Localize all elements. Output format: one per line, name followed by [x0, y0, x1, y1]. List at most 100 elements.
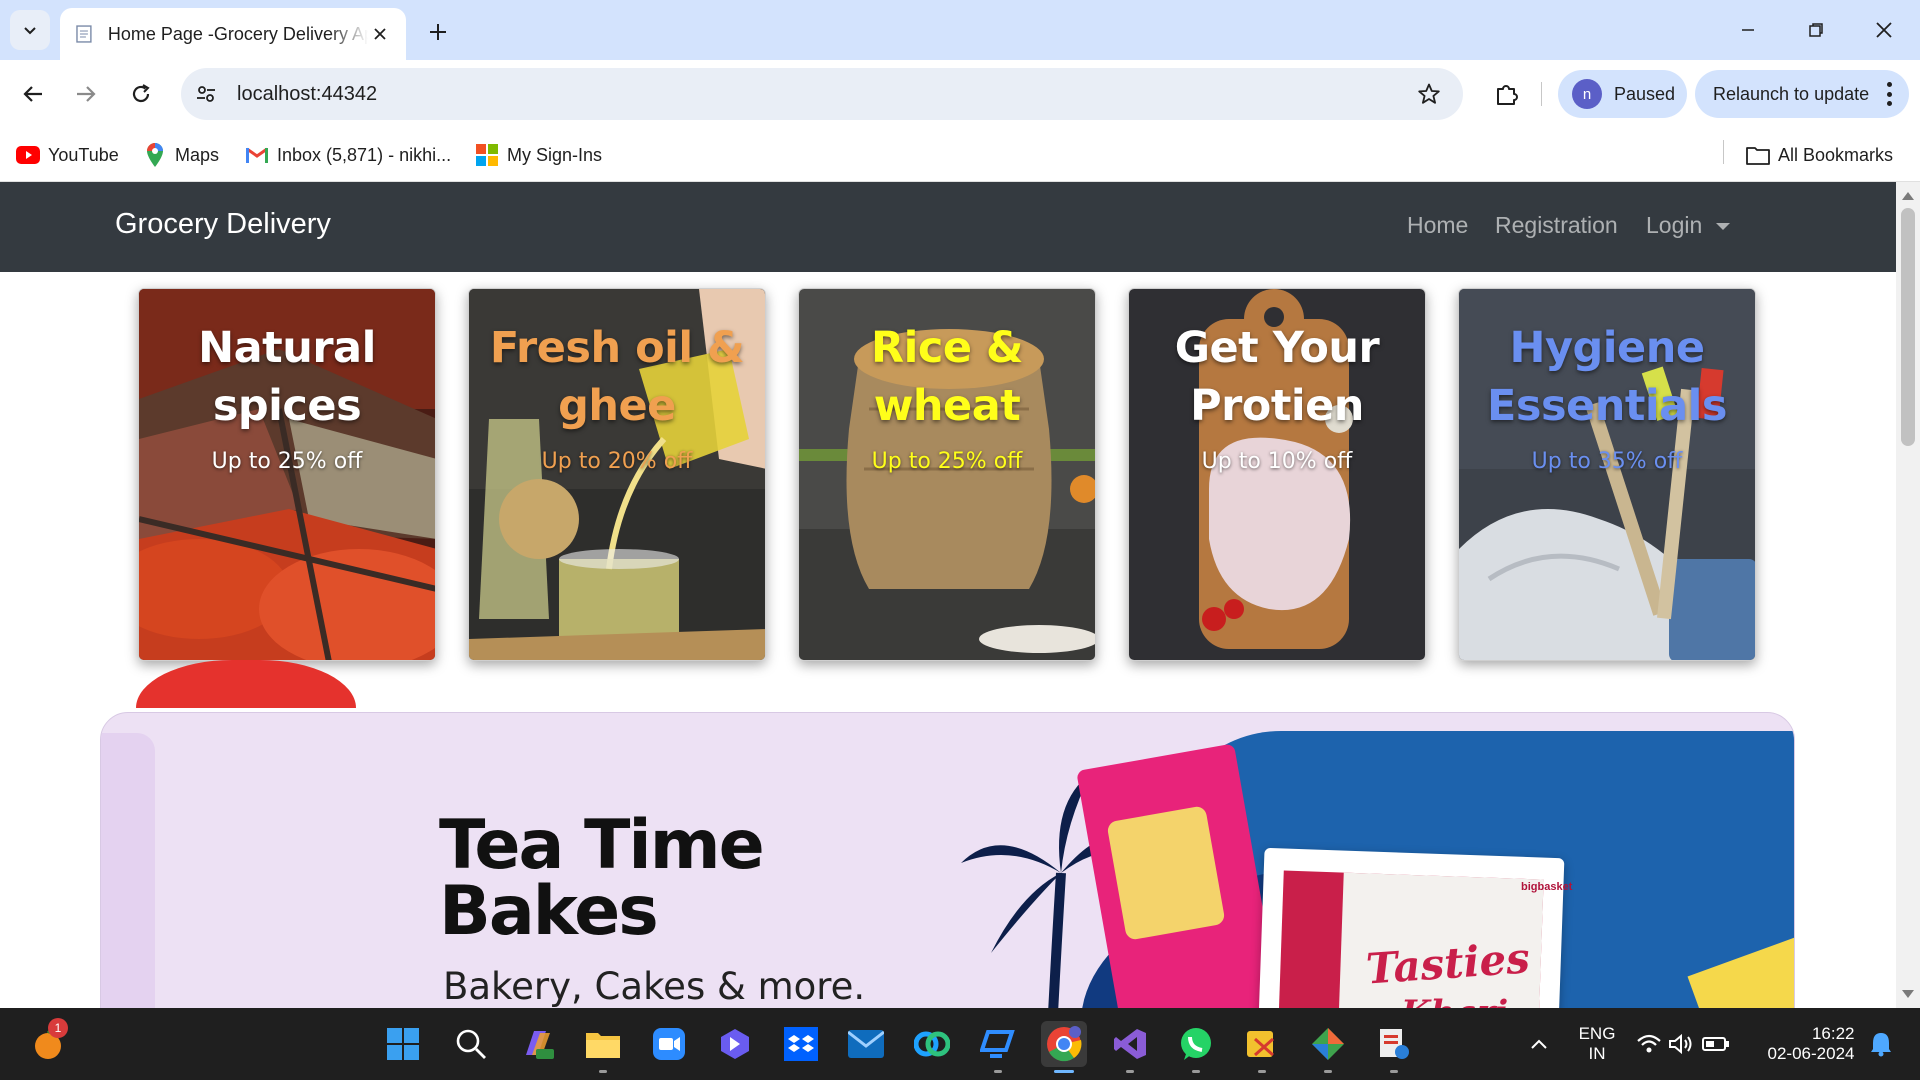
web-page: Grocery Delivery Home Registration Login… [0, 182, 1896, 1008]
nav-login-label: Login [1646, 212, 1703, 238]
card-title: Hygiene Essentials [1487, 323, 1727, 431]
scroll-up-icon[interactable] [1902, 192, 1914, 200]
card-offer: Up to 25% off [871, 449, 1023, 474]
restore-button[interactable] [1786, 8, 1846, 52]
page-scrollbar[interactable] [1896, 182, 1920, 1008]
taskbar-webex[interactable] [909, 1021, 955, 1067]
relaunch-label: Relaunch to update [1713, 83, 1870, 104]
running-indicator [1258, 1070, 1266, 1073]
minimize-icon [1742, 29, 1754, 31]
wifi-icon [1637, 1034, 1661, 1053]
copilot-icon [526, 1031, 554, 1059]
taskbar-zoom[interactable] [646, 1021, 692, 1067]
scroll-down-icon[interactable] [1902, 990, 1914, 998]
nav-registration[interactable]: Registration [1495, 212, 1618, 239]
windows-icon [387, 1028, 419, 1060]
all-bookmarks-label: All Bookmarks [1778, 144, 1894, 165]
folder-icon [586, 1033, 620, 1058]
decorative-shape [136, 660, 356, 708]
card-title: Rice & wheat [871, 323, 1023, 431]
clock[interactable]: 16:22 02-06-2024 [1756, 1021, 1866, 1067]
taskbar-start-button[interactable] [380, 1021, 426, 1067]
reload-button[interactable] [123, 76, 159, 112]
notification-badge: 1 [48, 1018, 68, 1038]
running-indicator [1126, 1070, 1134, 1073]
page-icon [76, 25, 92, 43]
avatar: n [1572, 79, 1602, 109]
close-tab-icon[interactable] [368, 22, 392, 46]
taskbar-git-app[interactable] [1305, 1021, 1351, 1073]
forward-button[interactable] [68, 76, 104, 112]
taskbar-report-app[interactable] [1371, 1021, 1417, 1073]
bookmark-youtube[interactable]: YouTube [16, 138, 119, 172]
bookmarks-bar: YouTube Maps Inbox (5,871) - nikhi... My… [0, 128, 1920, 182]
taskbar-copilot-button[interactable] [514, 1021, 560, 1067]
nav-home[interactable]: Home [1407, 212, 1468, 239]
category-card-hygiene[interactable]: Hygiene Essentials Up to 35% off [1458, 288, 1756, 661]
category-card-spices[interactable]: Natural spices Up to 25% off [138, 288, 436, 661]
notifications-button[interactable] [1858, 1021, 1904, 1067]
site-brand[interactable]: Grocery Delivery [115, 208, 331, 241]
more-vert-icon[interactable] [1885, 82, 1893, 106]
banner-brand-small: bigbasket [1521, 881, 1573, 893]
url-text[interactable]: localhost:44342 [237, 83, 377, 106]
arrow-right-icon [77, 86, 96, 102]
tab-search-button[interactable] [10, 10, 50, 50]
maps-pin-icon [143, 143, 167, 167]
taskbar-power-automate[interactable] [712, 1021, 758, 1067]
browser-tab[interactable]: Home Page -Grocery Delivery App [60, 8, 406, 60]
arrow-left-icon [23, 86, 42, 102]
report-icon [1380, 1029, 1409, 1059]
whatsapp-icon [1181, 1028, 1211, 1060]
card-offer: Up to 10% off [1201, 449, 1353, 474]
taskbar-chrome[interactable] [1041, 1021, 1087, 1073]
category-card-oil-ghee[interactable]: Fresh oil & ghee Up to 20% off [468, 288, 766, 661]
all-bookmarks-button[interactable]: All Bookmarks [1746, 138, 1893, 172]
back-button[interactable] [15, 76, 51, 112]
taskbar-file-explorer[interactable] [580, 1021, 626, 1073]
bookmark-star-icon[interactable] [1415, 80, 1443, 108]
taskbar-remote-app[interactable] [975, 1021, 1021, 1073]
site-info-icon[interactable] [193, 81, 219, 107]
chevron-down-icon [24, 27, 36, 35]
taskbar-mail[interactable] [843, 1021, 889, 1067]
taskbar-whatsapp[interactable] [1173, 1021, 1219, 1073]
bookmark-gmail-inbox[interactable]: Inbox (5,871) - nikhi... [245, 138, 451, 172]
promo-banner[interactable]: bigbasket Tasties Khari Tea Time Bakes B… [100, 712, 1795, 1008]
site-navbar: Grocery Delivery Home Registration Login [0, 182, 1896, 272]
bookmark-label: Inbox (5,871) - nikhi... [277, 144, 452, 165]
toolbar-separator [1541, 82, 1542, 106]
taskbar-search-button[interactable] [448, 1021, 494, 1067]
language-indicator[interactable]: ENG IN [1568, 1021, 1626, 1067]
taskbar-visual-studio[interactable] [1107, 1021, 1153, 1073]
card-title: Get Your Protien [1174, 323, 1380, 431]
minimize-button[interactable] [1718, 8, 1778, 52]
close-icon [1876, 22, 1892, 38]
taskbar-dropbox[interactable] [778, 1021, 824, 1067]
card-title: Natural spices [198, 323, 376, 431]
system-tray-status[interactable] [1628, 1021, 1738, 1067]
power-automate-icon [721, 1029, 749, 1059]
running-indicator [1390, 1070, 1398, 1073]
scrollbar-thumb[interactable] [1901, 208, 1915, 446]
show-hidden-icons-button[interactable] [1516, 1021, 1562, 1067]
extensions-button[interactable] [1490, 77, 1524, 111]
bookmark-maps[interactable]: Maps [143, 138, 219, 172]
nav-login-dropdown[interactable]: Login [1646, 212, 1731, 239]
bookmarks-separator [1723, 140, 1724, 164]
profile-button[interactable]: n Paused [1558, 70, 1687, 118]
close-window-button[interactable] [1854, 8, 1914, 52]
lang-code: ENG [1578, 1024, 1616, 1043]
taskbar-snipping-tool[interactable] [1239, 1021, 1285, 1073]
folder-icon [1746, 143, 1770, 167]
new-tab-button[interactable] [420, 14, 456, 50]
category-card-rice-wheat[interactable]: Rice & wheat Up to 25% off [798, 288, 1096, 661]
youtube-icon [16, 143, 40, 167]
relaunch-button[interactable]: Relaunch to update [1695, 70, 1909, 118]
card-offer: Up to 35% off [1531, 449, 1683, 474]
address-bar[interactable]: localhost:44342 [181, 68, 1463, 120]
running-indicator [599, 1070, 607, 1073]
bookmark-my-sign-ins[interactable]: My Sign-Ins [475, 138, 602, 172]
category-card-protein[interactable]: Get Your Protien Up to 10% off [1128, 288, 1426, 661]
clock-date: 02-06-2024 [1767, 1044, 1855, 1063]
